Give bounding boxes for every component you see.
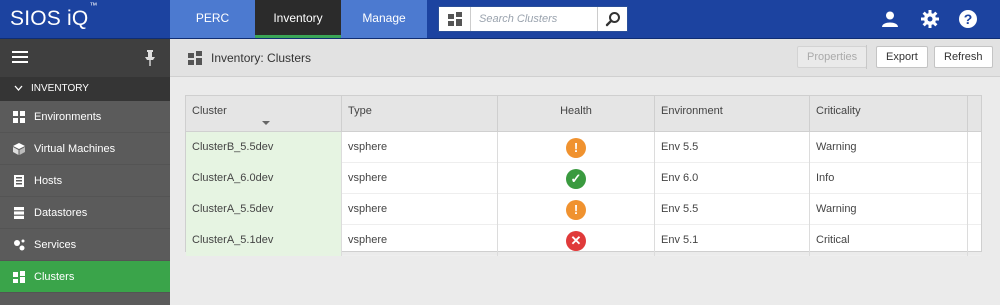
cell-type: vsphere [342,132,498,163]
cell-health: ! [498,194,655,225]
sidebar-item-label: Services [34,239,77,251]
toolbar-divider [866,45,867,69]
export-button[interactable]: Export [876,46,928,68]
warning-icon: ! [566,137,586,158]
search-box [438,6,628,32]
sidebar-item-datastores[interactable]: Datastores [0,197,170,229]
sidebar-item-label: Environments [34,111,102,123]
sort-descending-icon [262,121,270,125]
main-content: Inventory: Clusters Properties Export Re… [170,39,1000,305]
sidebar-item-clusters[interactable]: Clusters [0,261,170,293]
cluster-icon [13,271,25,283]
cell-environment: Env 5.5 [655,132,810,163]
cell-criticality: Warning [810,194,968,225]
cell-cluster[interactable]: ClusterA_5.1dev [186,225,342,256]
checkmark-icon: ✓ [566,168,586,189]
brand-logo[interactable]: SIOS iQ™ [10,1,98,31]
sidebar-item-label: Virtual Machines [34,143,116,155]
sidebar-section-label: INVENTORY [31,83,89,94]
sidebar-header [0,39,170,77]
sidebar-item-environments[interactable]: Environments [0,101,170,133]
column-header-spacer [968,96,983,132]
table-row[interactable]: ClusterA_6.0dev vsphere ✓ Env 6.0 Info [186,163,981,194]
datastore-icon [14,207,24,219]
column-header-cluster[interactable]: Cluster [186,96,342,132]
table-row[interactable]: ClusterB_5.5dev vsphere! Env 5.5 Warning [186,132,981,163]
cell-environment: Env 5.5 [655,194,810,225]
environments-icon [13,111,25,123]
cell-criticality: Warning [810,132,968,163]
search-icon [605,12,620,27]
cell-cluster[interactable]: ClusterA_5.5dev [186,194,342,225]
sidebar-section-inventory[interactable]: INVENTORY [0,77,170,101]
cell-spacer [968,194,983,225]
cell-health: ! [498,132,655,163]
page-title: Inventory: Clusters [211,51,312,65]
user-icon[interactable] [880,9,900,29]
cell-spacer [968,225,983,256]
host-icon [14,175,24,187]
refresh-button[interactable]: Refresh [934,46,993,68]
sidebar-item-label: Datastores [34,207,88,219]
svg-text:?: ? [964,11,973,27]
search-button[interactable] [597,7,627,31]
error-icon: ✕ [566,230,586,251]
warning-icon: ! [566,199,586,220]
sidebar: INVENTORY Environments Virtual Machines … [0,39,170,305]
cell-health: ✓ [498,163,655,194]
services-icon [14,239,25,251]
hamburger-menu-icon[interactable] [12,51,28,65]
properties-button[interactable]: Properties [797,46,868,68]
gear-icon[interactable] [920,9,940,29]
column-header-type[interactable]: Type [342,96,498,132]
search-type-cluster-icon[interactable] [439,7,471,31]
sidebar-item-virtual-machines[interactable]: Virtual Machines [0,133,170,165]
help-icon[interactable]: ? [958,9,978,29]
sidebar-item-label: Hosts [34,175,63,187]
column-header-label: Cluster [192,105,227,117]
cell-type: vsphere [342,194,498,225]
page-header: Inventory: Clusters Properties Export Re… [170,39,1000,77]
table-header: Cluster Type Health Environment Critical… [186,96,981,132]
sidebar-item-services[interactable]: Services [0,229,170,261]
sidebar-item-label: Clusters [34,271,75,283]
search-input[interactable] [472,7,598,31]
cell-type: vsphere [342,225,498,256]
cell-criticality: Critical [810,225,968,256]
pin-icon[interactable] [144,50,156,69]
cluster-icon [188,51,202,65]
column-header-criticality[interactable]: Criticality [810,96,968,132]
top-bar: SIOS iQ™ PERC Inventory Manage ? [0,0,1000,39]
chevron-down-icon [14,77,23,101]
sidebar-item-hosts[interactable]: Hosts [0,165,170,197]
cell-type: vsphere [342,163,498,194]
virtual-machine-icon [13,143,25,155]
cell-spacer [968,132,983,163]
cell-environment: Env 6.0 [655,163,810,194]
table-body: ClusterB_5.5dev vsphere! Env 5.5 Warning Clu… [186,132,981,256]
column-header-environment[interactable]: Environment [655,96,810,132]
cell-cluster[interactable]: ClusterB_5.5dev [186,132,342,163]
tab-perc[interactable]: PERC [170,0,255,38]
tab-inventory[interactable]: Inventory [255,0,341,38]
tab-manage[interactable]: Manage [341,0,427,38]
clusters-table: Cluster Type Health Environment Critical… [185,95,982,256]
cell-environment: Env 5.1 [655,225,810,256]
cell-health: ✕ [498,225,655,256]
column-header-health[interactable]: Health [498,96,655,132]
table-row[interactable]: ClusterA_5.5dev vsphere! Env 5.5 Warning [186,194,981,225]
cell-spacer [968,163,983,194]
table-row[interactable]: ClusterA_5.1dev vsphere ✕ Env 5.1 Critical [186,225,981,256]
cell-criticality: Info [810,163,968,194]
cell-cluster[interactable]: ClusterA_6.0dev [186,163,342,194]
